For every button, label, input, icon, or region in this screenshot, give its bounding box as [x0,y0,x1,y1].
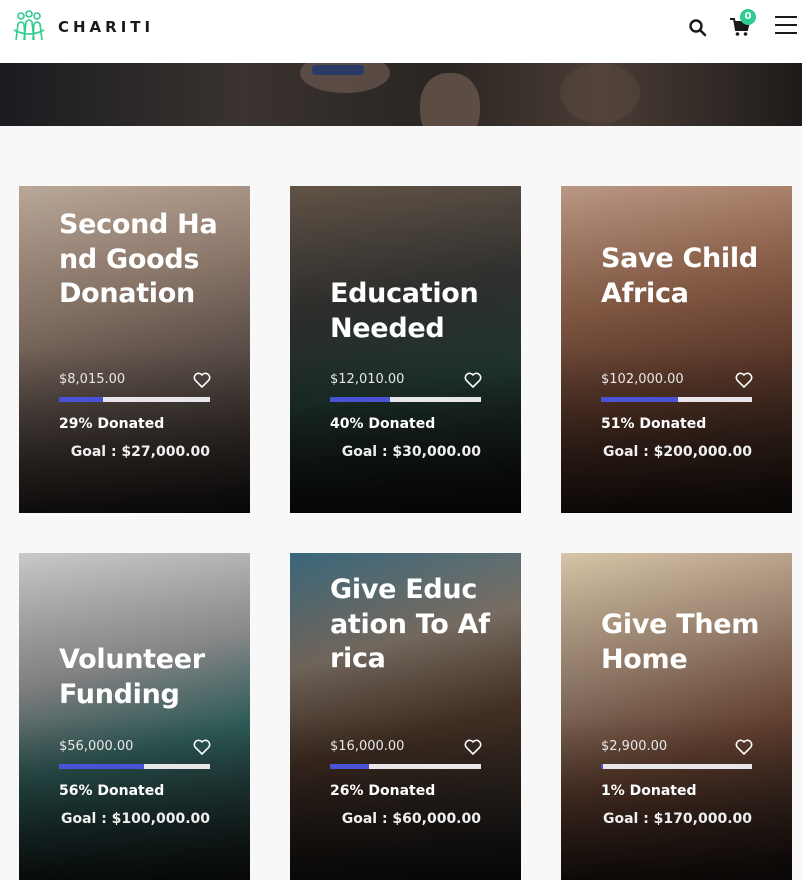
donation-progress-fill [330,764,370,769]
menu-icon[interactable] [775,16,797,36]
donation-progress-bar [59,764,210,769]
donation-progress-fill [601,397,678,402]
donation-progress-bar [601,397,752,402]
donation-progress-bar [330,397,481,402]
donated-percent: 56% Donated [59,783,165,799]
card-image-overlay [561,186,792,513]
donated-percent: 29% Donated [59,416,165,432]
donation-progress-fill [330,397,391,402]
logo-icon [13,10,45,41]
raised-amount: $2,900.00 [601,739,668,754]
campaign-title[interactable]: Education Needed [330,277,490,346]
raised-amount: $12,010.00 [330,372,405,387]
logo-text: CHARITI [58,18,155,36]
donated-percent: 26% Donated [330,783,436,799]
goal-amount: Goal : $170,000.00 [602,811,752,827]
donation-progress-fill [59,764,144,769]
campaign-card[interactable]: Save Child Africa $102,000.00 51% Donated G… [561,186,792,513]
donation-progress-bar [330,764,481,769]
campaign-card[interactable]: Give Them Home $2,900.00 1% Donated Goal : … [561,553,792,880]
campaign-card[interactable]: Volunteer Funding $56,000.00 56% Donated Go… [19,553,250,880]
heart-icon[interactable] [735,372,753,388]
donated-percent: 51% Donated [601,416,707,432]
logo[interactable]: CHARITI [12,10,154,44]
search-icon[interactable] [688,18,708,38]
goal-amount: Goal : $60,000.00 [341,811,481,827]
card-image-overlay [561,553,792,880]
cart-count-badge: 0 [740,9,756,25]
campaign-title[interactable]: Give Them Home [601,608,761,677]
raised-amount: $102,000.00 [601,372,684,387]
goal-amount: Goal : $30,000.00 [341,444,481,460]
campaign-card[interactable]: Second Hand Goods Donation $8,015.00 29% D… [19,186,250,513]
heart-icon[interactable] [464,372,482,388]
donation-progress-fill [59,397,103,402]
site-header: CHARITI 0 [0,0,802,63]
donation-progress-fill [601,764,603,769]
campaign-card[interactable]: Give Education To Africa $16,000.00 26% Do… [290,553,521,880]
raised-amount: $16,000.00 [330,739,405,754]
card-image-overlay [290,186,521,513]
donation-progress-bar [601,764,752,769]
donated-percent: 40% Donated [330,416,436,432]
card-image-overlay [19,553,250,880]
heart-icon[interactable] [193,739,211,755]
heart-icon[interactable] [464,739,482,755]
hero-banner-image [0,63,802,126]
campaign-title[interactable]: Save Child Africa [601,242,761,311]
heart-icon[interactable] [735,739,753,755]
goal-amount: Goal : $27,000.00 [70,444,210,460]
campaign-title[interactable]: Second Hand Goods Donation [59,208,219,312]
goal-amount: Goal : $200,000.00 [602,444,752,460]
goal-amount: Goal : $100,000.00 [60,811,210,827]
campaign-title[interactable]: Volunteer Funding [59,643,219,712]
campaign-title[interactable]: Give Education To Africa [330,573,490,677]
raised-amount: $8,015.00 [59,372,126,387]
donation-progress-bar [59,397,210,402]
donated-percent: 1% Donated [601,783,697,799]
campaign-card[interactable]: Education Needed $12,010.00 40% Donated Goa… [290,186,521,513]
raised-amount: $56,000.00 [59,739,134,754]
heart-icon[interactable] [193,372,211,388]
